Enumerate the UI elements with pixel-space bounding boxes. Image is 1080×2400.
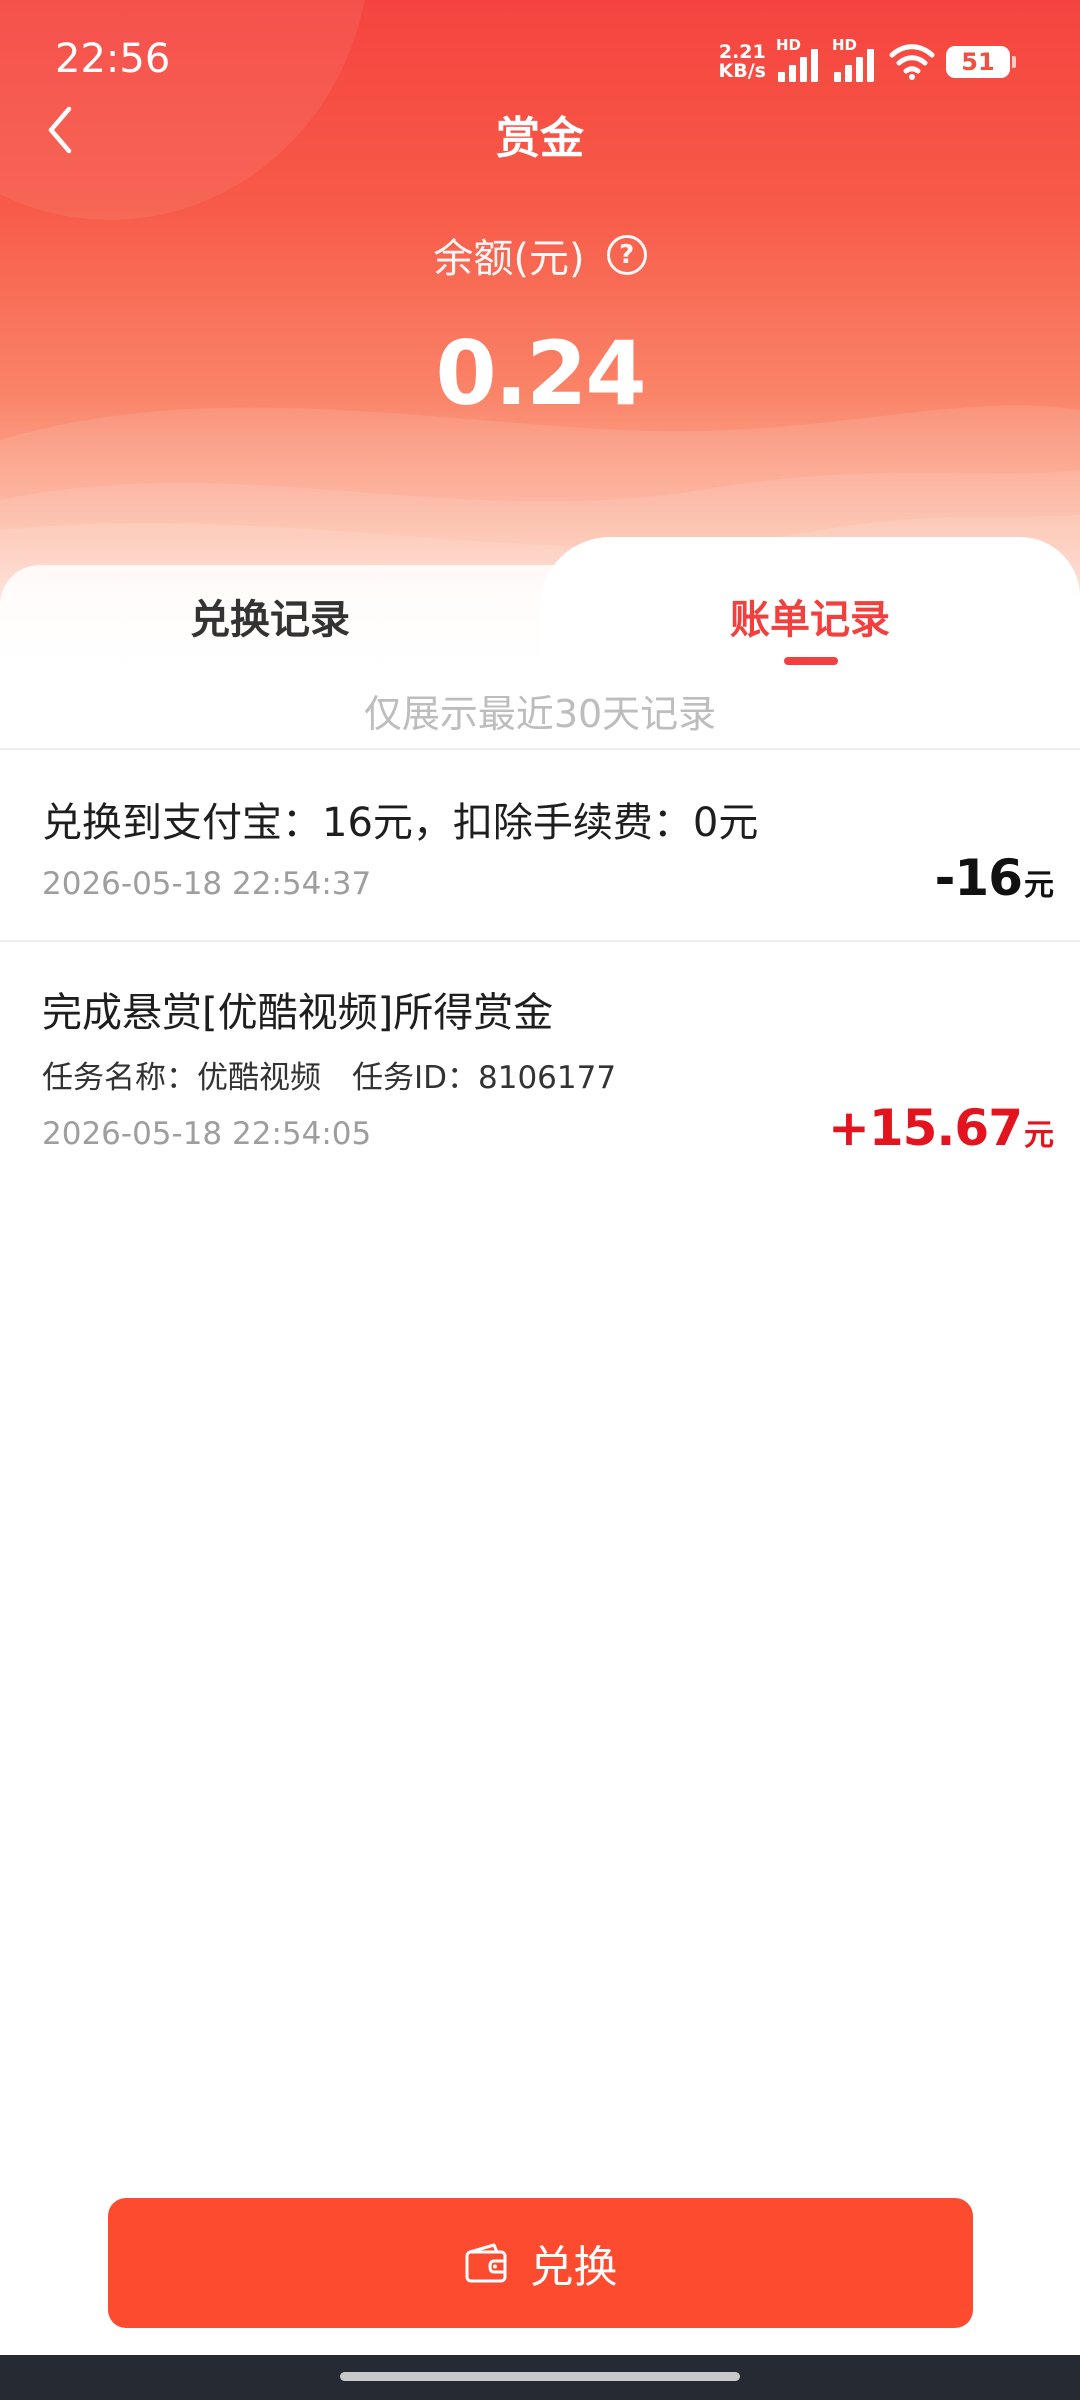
active-tab-indicator — [784, 657, 838, 665]
hd-label-1: HD — [776, 36, 802, 54]
signal-2-icon: HD — [832, 36, 878, 82]
balance-value: 0.24 — [435, 322, 646, 425]
record-amount-value: -16 — [934, 849, 1023, 907]
tab-bar: 兑换记录 账单记录 — [0, 537, 1080, 705]
record-title: 兑换到支付宝：16元，扣除手续费：0元 — [42, 800, 759, 846]
network-speed-unit: KB/s — [718, 60, 766, 82]
record-amount-unit: 元 — [1024, 1118, 1054, 1153]
list-item[interactable]: 兑换到支付宝：16元，扣除手续费：0元 2026-05-18 22:54:37 … — [0, 750, 1080, 940]
exchange-button-label: 兑换 — [529, 2242, 618, 2293]
record-title: 完成悬赏[优酷视频]所得赏金 — [42, 990, 554, 1036]
home-gesture-handle[interactable] — [340, 2372, 740, 2381]
record-amount: -16 元 — [935, 849, 1054, 907]
help-icon[interactable]: ? — [606, 235, 647, 275]
battery-icon: 51 — [946, 46, 1016, 78]
balance-label-row: 余额(元) ? — [0, 226, 1080, 284]
records-notice: 仅展示最近30天记录 — [363, 692, 717, 736]
signal-1-icon: HD — [776, 36, 822, 82]
list-item[interactable]: 完成悬赏[优酷视频]所得赏金 任务名称：优酷视频 任务ID：8106177 20… — [0, 942, 1080, 1192]
page-title: 赏金 — [496, 113, 584, 164]
network-speed: 2.21 KB/s — [719, 43, 766, 81]
record-time: 2026-05-18 22:54:37 — [42, 866, 372, 902]
tab-bill-records[interactable]: 账单记录 — [540, 587, 1080, 645]
hd-label-2: HD — [832, 36, 858, 54]
battery-level: 51 — [961, 48, 995, 76]
record-time: 2026-05-18 22:54:05 — [42, 1116, 372, 1152]
record-detail: 任务名称：优酷视频 任务ID：8106177 — [42, 1060, 617, 1096]
record-amount-unit: 元 — [1024, 868, 1054, 903]
record-amount: +15.67 元 — [828, 1099, 1054, 1157]
help-icon-glyph: ? — [619, 240, 635, 270]
tab-exchange-records[interactable]: 兑换记录 — [0, 587, 540, 645]
record-amount-value: +15.67 — [827, 1099, 1023, 1157]
wallet-icon — [465, 2243, 506, 2283]
balance-label: 余额(元) — [433, 236, 585, 282]
status-icons: 2.21 KB/s HD HD 51 — [719, 36, 1016, 84]
exchange-button[interactable]: 兑换 — [108, 2198, 973, 2328]
system-navigation-bar — [0, 2355, 1080, 2400]
wifi-icon — [889, 44, 935, 80]
status-time: 22:56 — [55, 36, 171, 82]
